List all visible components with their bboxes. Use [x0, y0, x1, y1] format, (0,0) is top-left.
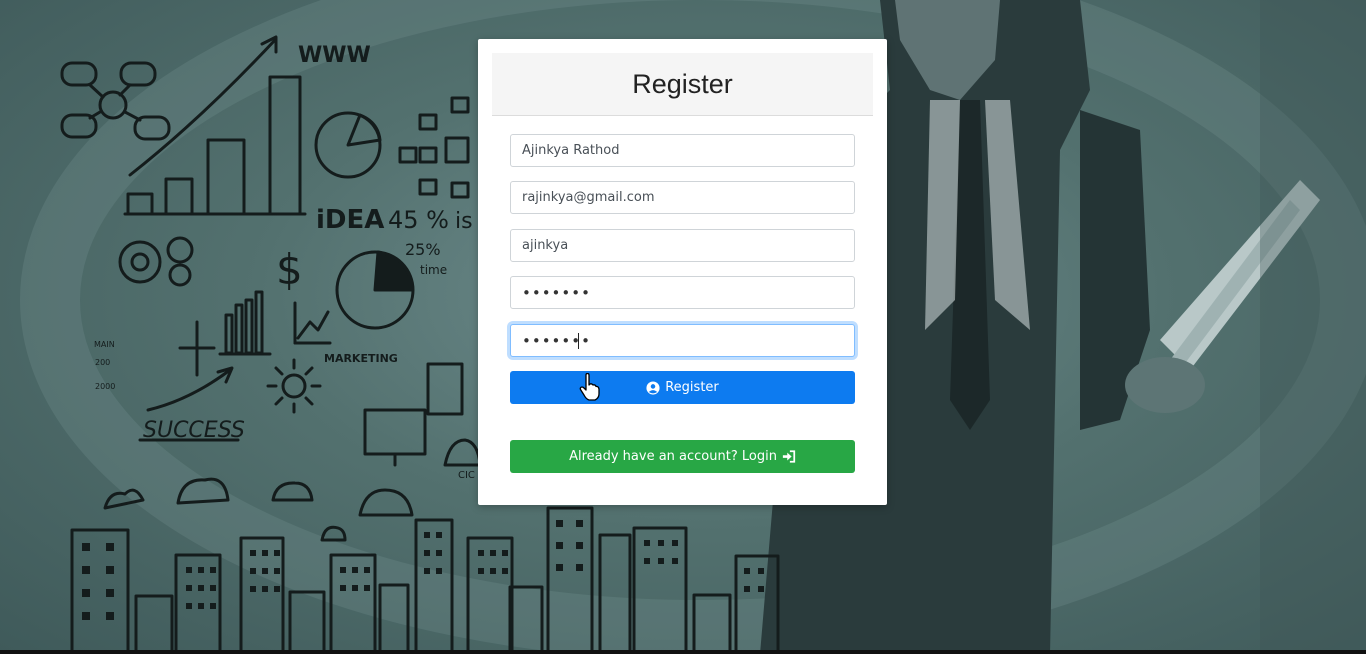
register-button[interactable]: Register [510, 371, 855, 404]
confirm-password-input[interactable] [510, 324, 855, 357]
sketch-text-idea: iDEA [316, 205, 384, 235]
register-card: Register Register Already have an accoun… [478, 39, 887, 505]
sketch-text-time: time [420, 263, 447, 277]
register-button-label: Register [665, 380, 719, 395]
login-link-button[interactable]: Already have an account? Login [510, 440, 855, 473]
sketch-text-45: 45 % [388, 206, 449, 234]
text-caret [578, 333, 579, 349]
sketch-text-200: 200 [95, 358, 110, 367]
card-header: Register [492, 53, 873, 116]
sketch-text-25: 25% [405, 240, 441, 259]
sketch-text-marketing: MARKETING [324, 352, 398, 365]
password-input[interactable] [510, 276, 855, 309]
sketch-text-is: is [455, 209, 473, 234]
sketch-text-cic: CIC [458, 470, 475, 481]
full-name-input[interactable] [510, 134, 855, 167]
sketch-text-success: SUCCESS [143, 418, 245, 443]
sign-in-icon [782, 450, 796, 463]
bottom-strip [0, 650, 1366, 654]
sketch-text-www: WWW [298, 43, 371, 68]
username-input[interactable] [510, 229, 855, 262]
register-title: Register [632, 68, 733, 99]
email-input[interactable] [510, 181, 855, 214]
login-button-label: Already have an account? Login [569, 449, 777, 464]
hand-pointer-icon [579, 373, 600, 401]
sketch-text-main: MAIN [94, 340, 115, 349]
user-circle-icon [646, 380, 660, 395]
sketch-text-2000: 2000 [95, 382, 115, 391]
sketch-text-dollar: $ [276, 245, 303, 294]
